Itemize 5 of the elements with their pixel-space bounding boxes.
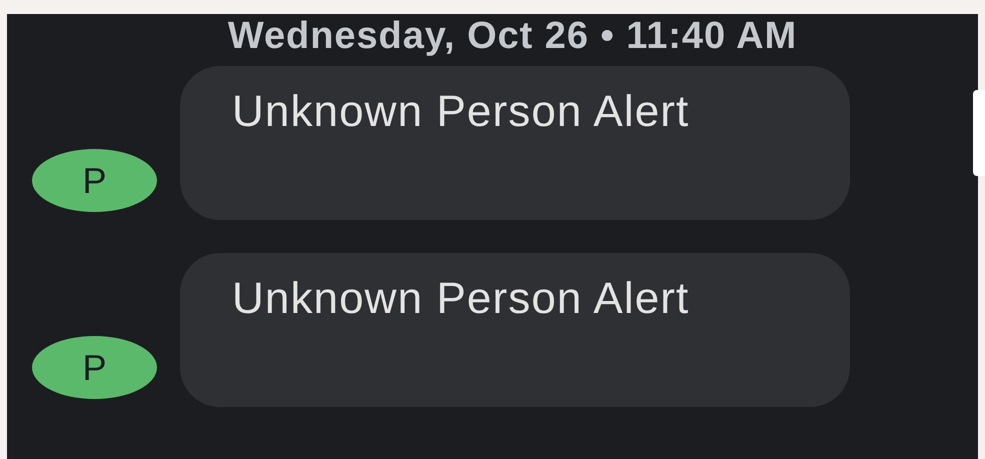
message-bubble[interactable]: Unknown Person Alert: [180, 66, 850, 220]
message-bubble[interactable]: Unknown Person Alert: [180, 253, 850, 407]
avatar[interactable]: P: [32, 149, 157, 212]
avatar[interactable]: P: [32, 336, 157, 399]
timestamp: Wednesday, Oct 26 • 11:40 AM: [228, 16, 798, 56]
